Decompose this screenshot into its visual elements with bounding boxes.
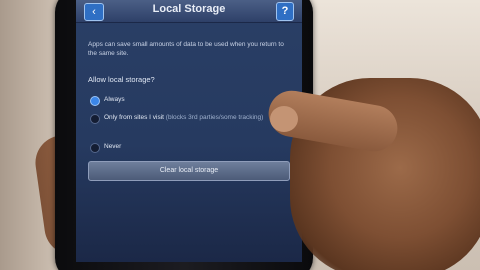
- option-label: Only from sites I visit: [104, 114, 164, 121]
- title-bar: ‹ Local Storage ?: [76, 0, 302, 23]
- chevron-left-icon: ‹: [92, 6, 96, 18]
- fingertip: [270, 106, 298, 132]
- help-button[interactable]: ?: [276, 2, 294, 21]
- radio-unselected-icon[interactable]: [90, 143, 100, 153]
- photo-scene: ‹ Local Storage ? Apps can save small am…: [0, 0, 480, 270]
- question-icon: ?: [281, 5, 289, 17]
- phone-screen: ‹ Local Storage ? Apps can save small am…: [76, 0, 302, 262]
- radio-unselected-icon[interactable]: [90, 114, 100, 124]
- page-title: Local Storage: [152, 3, 226, 15]
- radio-selected-icon[interactable]: [90, 96, 100, 106]
- storage-description: Apps can save small amounts of data to b…: [88, 41, 284, 57]
- clear-storage-button[interactable]: Clear local storage: [88, 161, 290, 181]
- option-label: Never: [104, 143, 122, 150]
- option-note: (blocks 3rd parties/some tracking): [165, 114, 264, 121]
- storage-question: Allow local storage?: [88, 75, 155, 84]
- back-button[interactable]: ‹: [84, 3, 104, 21]
- option-label-wrap: Only from sites I visit (blocks 3rd part…: [104, 114, 263, 122]
- option-label: Always: [104, 96, 125, 103]
